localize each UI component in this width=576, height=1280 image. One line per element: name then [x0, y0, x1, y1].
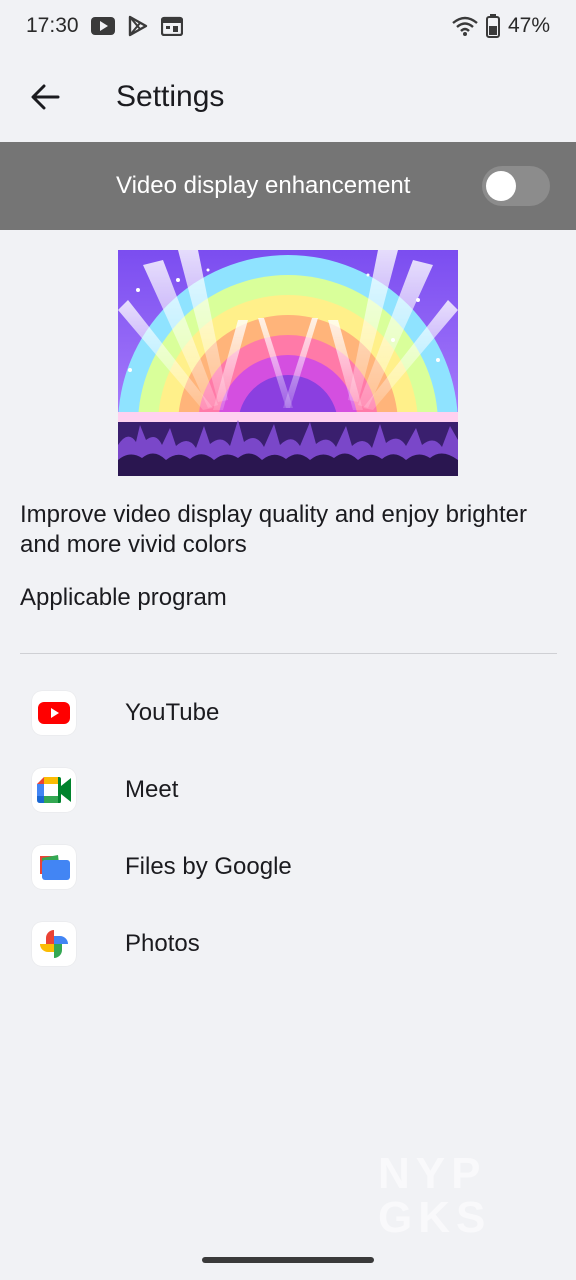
video-enhancement-row[interactable]: Video display enhancement: [0, 142, 576, 230]
gesture-nav-handle[interactable]: [202, 1257, 374, 1263]
calendar-notification-icon: [160, 16, 183, 36]
app-name: Photos: [125, 929, 200, 957]
concert-illustration: [118, 250, 458, 476]
divider: [20, 653, 557, 654]
app-item-photos[interactable]: Photos: [0, 905, 576, 982]
photos-app-icon: [32, 921, 76, 966]
app-item-meet[interactable]: Meet: [0, 751, 576, 828]
app-name: YouTube: [125, 698, 220, 726]
play-store-notification-icon: [127, 15, 149, 37]
back-button[interactable]: [15, 67, 75, 127]
app-item-youtube[interactable]: YouTube: [0, 674, 576, 751]
wifi-icon: [452, 16, 478, 36]
status-time: 17:30: [26, 14, 79, 37]
switch-thumb: [486, 171, 516, 201]
battery-icon: [485, 14, 500, 38]
applicable-app-list: YouTube Meet Files by Google Photos: [0, 674, 576, 982]
applicable-program-heading: Applicable program: [20, 584, 227, 611]
battery-percent: 47%: [507, 14, 550, 37]
watermark: NYP GKS: [378, 1149, 492, 1242]
app-name: Meet: [125, 775, 179, 803]
app-item-files[interactable]: Files by Google: [0, 828, 576, 905]
meet-app-icon: [32, 767, 76, 812]
app-bar: Settings: [0, 52, 576, 142]
video-enhancement-switch[interactable]: [482, 166, 550, 206]
video-enhancement-label: Video display enhancement: [116, 172, 411, 199]
files-app-icon: [32, 844, 76, 889]
page-title: Settings: [116, 80, 225, 113]
arrow-back-icon: [31, 84, 60, 110]
status-bar: 17:30 47%: [0, 0, 576, 52]
youtube-app-icon: [32, 690, 76, 735]
youtube-notification-icon: [90, 17, 115, 35]
feature-description: Improve video display quality and enjoy …: [20, 501, 527, 558]
app-name: Files by Google: [125, 852, 292, 880]
